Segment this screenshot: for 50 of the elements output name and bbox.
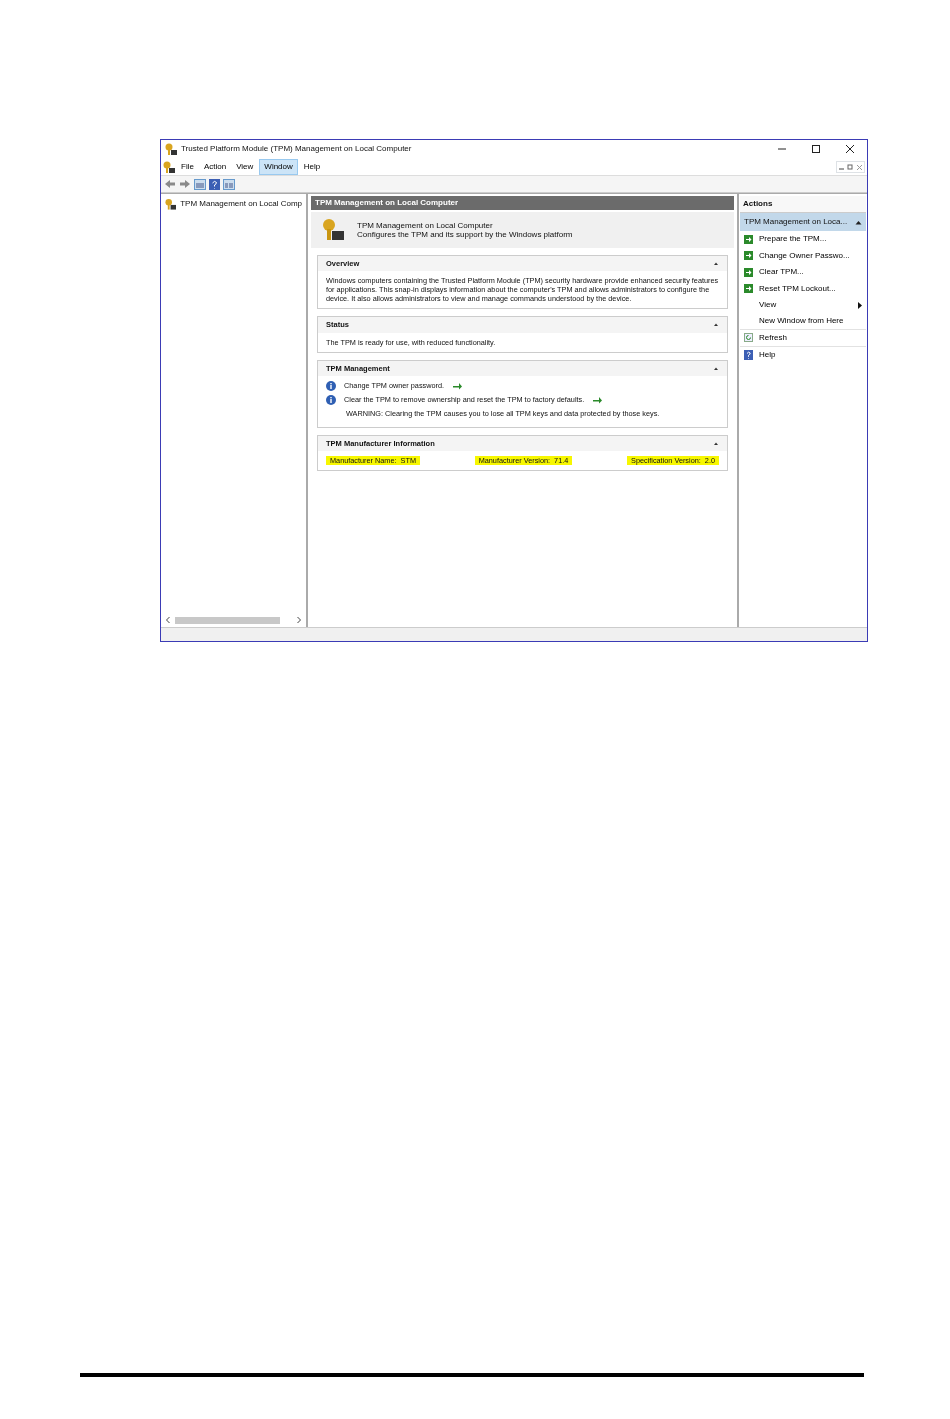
- menu-item[interactable]: Window: [259, 158, 298, 175]
- run-arrow-icon: [744, 251, 753, 261]
- pane-icon[interactable]: [194, 178, 206, 190]
- help-icon: [744, 349, 753, 360]
- actions-pane-entry[interactable]: Clear TPM...: [740, 264, 866, 281]
- run-arrow-icon: [744, 234, 753, 244]
- run-arrow-icon[interactable]: [592, 395, 604, 404]
- collapse-icon[interactable]: [713, 322, 719, 328]
- submenu-arrow-icon: [858, 301, 862, 309]
- key-chip-icon: [321, 218, 345, 242]
- info-icon: [326, 394, 336, 405]
- actions-pane-entry[interactable]: View: [740, 297, 866, 314]
- close-icon[interactable]: [845, 144, 855, 154]
- pane-icon[interactable]: [223, 178, 235, 190]
- pane-header: TPM Management on Local Computer: [311, 196, 734, 210]
- back-arrow-icon[interactable]: [164, 179, 176, 189]
- actions-pane-entry[interactable]: Prepare the TPM...: [740, 231, 866, 248]
- actions-pane-entry[interactable]: Refresh: [740, 330, 866, 347]
- collapse-icon[interactable]: [713, 365, 719, 371]
- menu-item[interactable]: Action: [199, 159, 231, 174]
- collapse-icon[interactable]: [713, 440, 719, 446]
- run-arrow-icon[interactable]: [452, 381, 464, 390]
- run-arrow-icon: [744, 284, 753, 294]
- key-chip-icon: [163, 160, 175, 173]
- menu-item[interactable]: View: [232, 159, 258, 174]
- window-title: Trusted Platform Module (TPM) Management on Local Computer: [181, 143, 413, 155]
- tree-item[interactable]: TPM Management on Local Comp: [180, 198, 302, 210]
- actions-pane-entry[interactable]: Help: [740, 346, 866, 363]
- actions-pane-entry[interactable]: Reset TPM Lockout...: [740, 280, 866, 297]
- forward-arrow-icon[interactable]: [179, 179, 191, 189]
- action-group-header[interactable]: TPM Management on Loca...: [740, 213, 866, 231]
- actions-header: Actions: [740, 196, 866, 213]
- refresh-icon: [744, 333, 753, 343]
- scroll-right-icon[interactable]: [296, 616, 302, 624]
- intro-description: Configures the TPM and its support by the Windows platform: [357, 230, 573, 239]
- actions-pane-entry[interactable]: Change Owner Passwo...: [740, 247, 866, 264]
- collapse-icon[interactable]: [713, 261, 719, 267]
- run-arrow-icon: [744, 267, 753, 277]
- restore-icon[interactable]: [846, 161, 855, 172]
- help-icon[interactable]: [209, 178, 220, 190]
- menu-item[interactable]: File: [177, 159, 198, 174]
- maximize-icon[interactable]: [811, 144, 821, 154]
- key-chip-icon: [165, 198, 177, 210]
- menu-item[interactable]: Help: [299, 159, 325, 174]
- key-chip-icon: [165, 142, 177, 155]
- info-icon: [326, 380, 336, 391]
- intro-title: TPM Management on Local Computer: [357, 221, 494, 230]
- scroll-left-icon[interactable]: [165, 616, 171, 624]
- actions-pane-entry[interactable]: New Window from Here: [740, 313, 866, 330]
- scrollbar-thumb[interactable]: [175, 616, 280, 624]
